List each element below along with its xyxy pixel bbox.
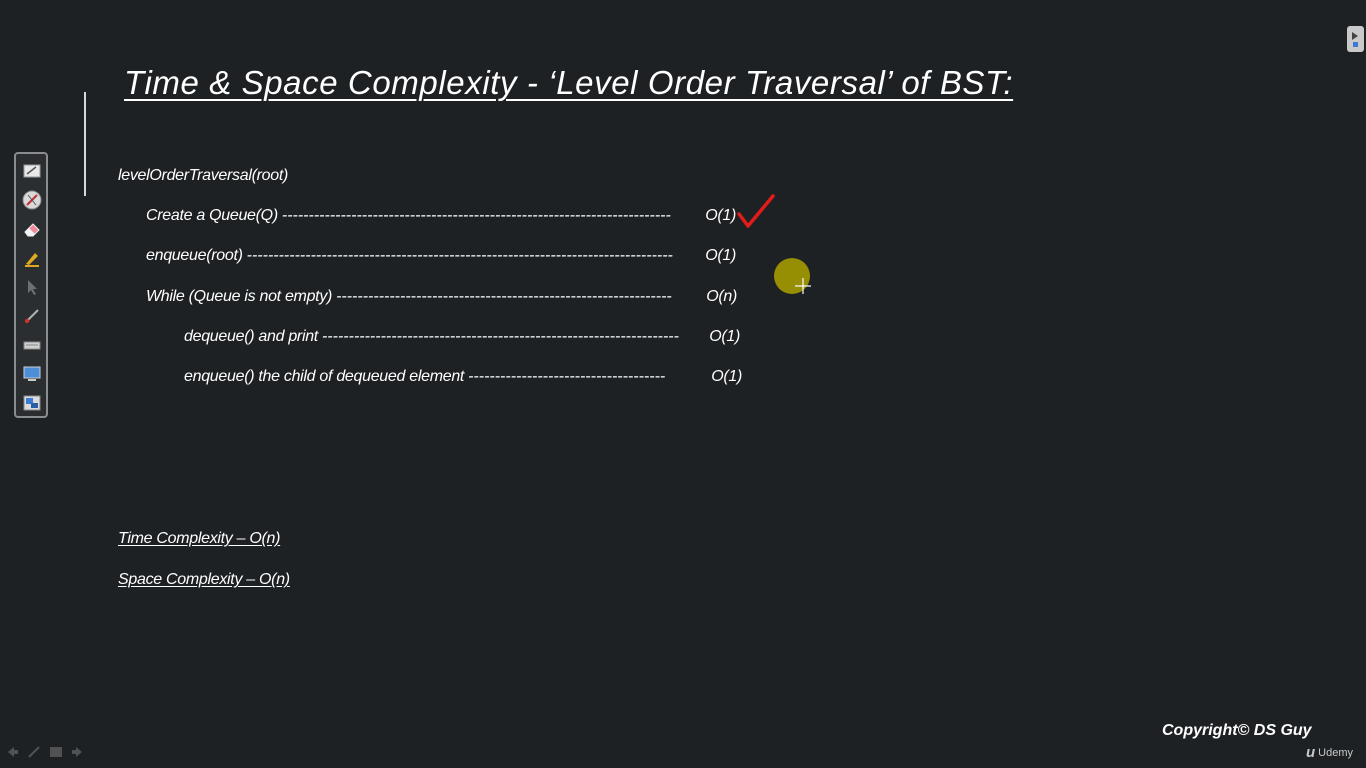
pen-icon[interactable]	[26, 744, 42, 760]
step-create-queue: Create a Queue(Q) ----------------------…	[146, 207, 736, 225]
time-complexity-summary: Time Complexity – O(n)	[118, 530, 281, 547]
step-complexity: O(1)	[705, 247, 736, 264]
slide-menu-icon	[1352, 32, 1358, 47]
slide-canvas: Time & Space Complexity - ‘Level Order T…	[0, 0, 1366, 768]
arrow-pointer-icon[interactable]	[22, 277, 42, 297]
step-enqueue-root: enqueue(root) --------------------------…	[146, 247, 736, 265]
step-complexity: O(1)	[709, 328, 740, 345]
step-dashes: ----------------------------------------…	[321, 328, 679, 345]
step-complexity: O(n)	[706, 288, 737, 305]
step-text: enqueue() the child of dequeued element	[184, 368, 465, 385]
slide-menu-button[interactable]	[1347, 26, 1364, 52]
slide-navigation	[4, 744, 86, 760]
slide-title: Time & Space Complexity - ‘Level Order T…	[124, 64, 1014, 101]
check-mark-icon	[737, 194, 775, 228]
step-dashes: ----------------------------------------…	[336, 288, 672, 305]
copyright-text: Copyright© DS Guy	[1162, 722, 1312, 739]
next-slide-icon[interactable]	[70, 744, 86, 760]
pen-off-icon[interactable]	[22, 190, 42, 210]
previous-slide-icon[interactable]	[4, 744, 20, 760]
space-complexity-summary: Space Complexity – O(n)	[118, 571, 290, 588]
highlighter-icon[interactable]	[22, 248, 42, 268]
screen-icon[interactable]	[22, 364, 42, 384]
whiteboard-icon[interactable]	[22, 161, 42, 181]
step-text: While (Queue is not empty)	[146, 288, 333, 305]
step-dashes: ----------------------------------------…	[246, 247, 673, 264]
step-dashes: ----------------------------------------…	[281, 207, 671, 224]
keyboard-icon[interactable]	[22, 335, 42, 355]
slide-divider	[84, 92, 86, 196]
menu-icon[interactable]	[48, 744, 64, 760]
step-complexity: O(1)	[711, 368, 742, 385]
eraser-icon[interactable]	[22, 219, 42, 239]
udemy-brand-text: Udemy	[1318, 746, 1354, 759]
brush-icon[interactable]	[22, 306, 42, 326]
switch-screen-icon[interactable]	[22, 393, 42, 413]
step-dequeue-print: dequeue() and print --------------------…	[184, 328, 740, 346]
step-while-loop: While (Queue is not empty) -------------…	[146, 288, 737, 306]
step-text: dequeue() and print	[184, 328, 318, 345]
step-enqueue-children: enqueue() the child of dequeued element …	[184, 368, 742, 386]
step-text: enqueue(root)	[146, 247, 243, 264]
udemy-watermark: u Udemy	[1306, 744, 1353, 761]
udemy-logo-icon: u	[1306, 744, 1316, 761]
function-signature: levelOrderTraversal(root)	[118, 167, 289, 184]
step-text: Create a Queue(Q)	[146, 207, 278, 224]
step-dashes: -------------------------------------	[468, 368, 666, 385]
crosshair-cursor-icon	[795, 278, 811, 294]
step-complexity: O(1)	[705, 207, 736, 224]
annotation-toolbar	[14, 152, 48, 418]
